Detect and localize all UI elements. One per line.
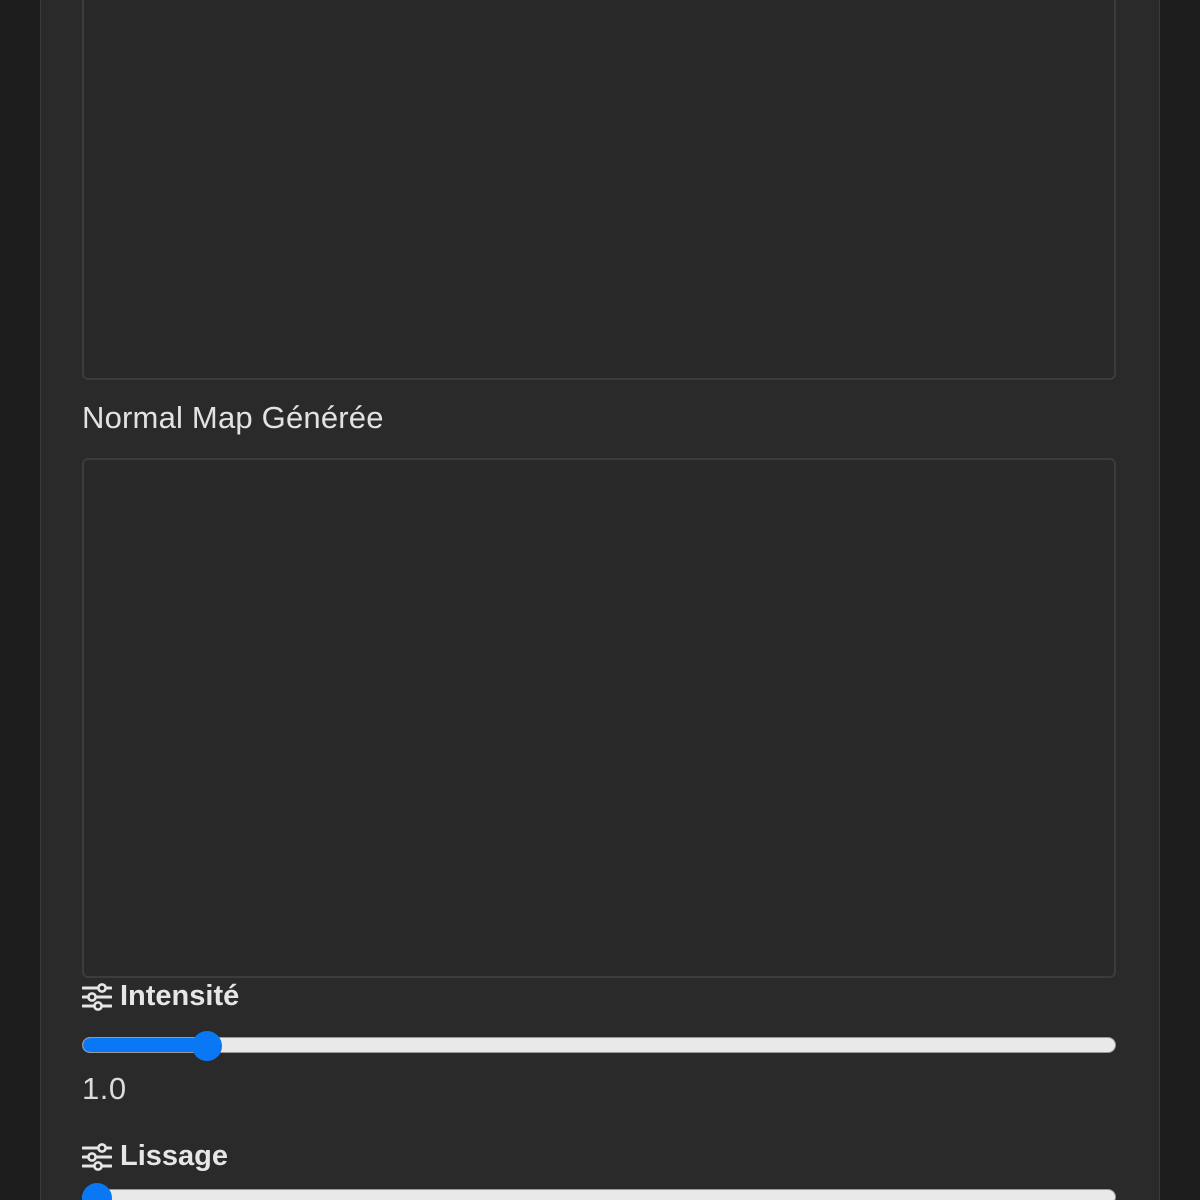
intensite-label-text: Intensité [120, 980, 240, 1012]
normal-map-label: Normal Map Générée [82, 400, 384, 435]
lissage-slider[interactable] [82, 1183, 1116, 1200]
sliders-icon [82, 1142, 112, 1171]
slider-track[interactable] [82, 1189, 1116, 1200]
intensite-slider[interactable] [82, 1031, 1116, 1061]
sliders-icon [82, 982, 112, 1011]
intensite-value: 1.0 [82, 1071, 127, 1106]
source-image-preview[interactable] [82, 0, 1116, 380]
lissage-label: Lissage [82, 1140, 228, 1173]
intensite-label: Intensité [82, 980, 239, 1013]
app-page: Normal Map Générée Intensité 1.0 Lissage [0, 0, 1200, 1200]
lissage-label-text: Lissage [120, 1140, 228, 1172]
slider-track[interactable] [82, 1037, 1116, 1053]
slider-fill [83, 1038, 209, 1052]
normal-map-preview[interactable] [82, 458, 1116, 978]
